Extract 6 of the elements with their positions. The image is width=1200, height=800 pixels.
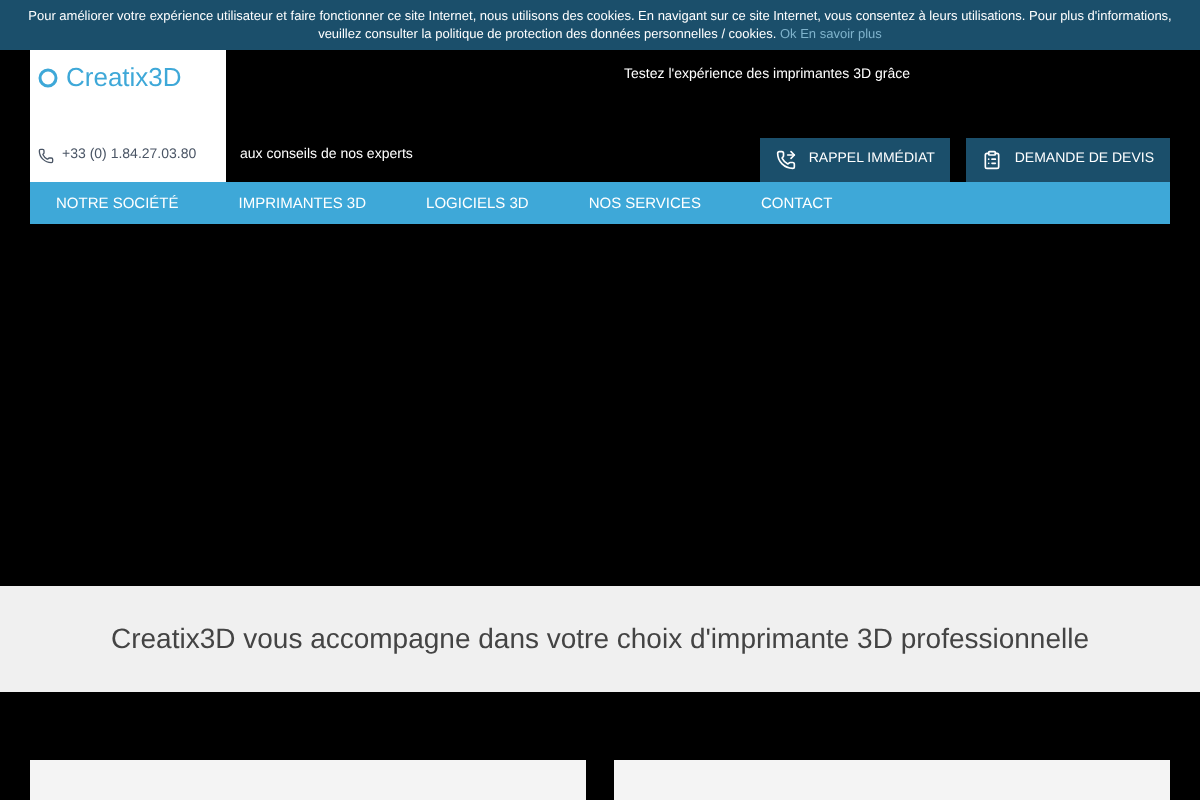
phone-icon <box>776 150 797 171</box>
phone-icon <box>38 148 54 165</box>
intro-heading: Creatix3D vous accompagne dans votre choix d'imprimante 3D professionnelle <box>110 620 1090 659</box>
logo-text: Creatix3D <box>66 60 182 97</box>
clipboard-icon <box>982 150 1003 171</box>
logo-icon <box>38 68 58 89</box>
